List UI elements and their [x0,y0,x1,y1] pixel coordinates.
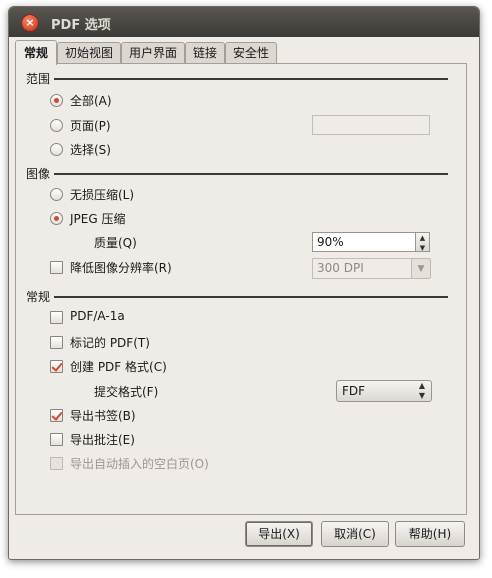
export-button[interactable]: 导出(X) [245,521,313,547]
create-form-checkbox[interactable] [50,360,63,373]
reduce-resolution-checkbox[interactable] [50,261,63,274]
tagged-pdf-checkbox[interactable] [50,336,63,349]
resolution-combo-input[interactable]: 300 DPI [312,258,412,279]
up-down-arrows-icon: ▲ ▼ [418,381,425,400]
export-bookmarks-label[interactable]: 导出书签(B) [70,407,136,424]
quality-label: 质量(Q) [94,236,137,250]
submit-format-value: FDF [342,384,366,398]
range-selection-radio[interactable] [50,143,63,156]
general-divider [54,296,448,298]
range-selection-label[interactable]: 选择(S) [70,141,111,158]
export-comments-label[interactable]: 导出批注(E) [70,431,135,448]
range-all-radio[interactable] [50,94,63,107]
pdf-options-dialog: × PDF 选项 常规 初始视图 用户界面 链接 安全性 范围 全部(A) 页面… [8,6,480,560]
jpeg-label[interactable]: JPEG 压缩 [70,210,125,227]
lossless-radio[interactable] [50,188,63,201]
cancel-button[interactable]: 取消(C) [321,521,389,547]
export-comments-checkbox[interactable] [50,433,63,446]
general-section-title: 常规 [26,290,51,304]
radio-selected-dot [54,98,59,103]
submit-format-select[interactable]: FDF ▲ ▼ [336,380,432,402]
image-section-title: 图像 [26,167,51,181]
tab-user-interface[interactable]: 用户界面 [121,42,185,64]
lossless-label[interactable]: 无损压缩(L) [70,186,134,203]
check-icon [51,360,63,372]
range-pages-input[interactable] [312,115,430,135]
pdfa-label[interactable]: PDF/A-1a [70,309,125,323]
tab-links[interactable]: 链接 [185,42,225,64]
range-pages-radio[interactable] [50,119,63,132]
export-bookmarks-checkbox[interactable] [50,409,63,422]
export-blank-pages-checkbox [50,457,63,470]
title-bar: × PDF 选项 [9,7,479,37]
export-blank-pages-label: 导出自动插入的空白页(O) [70,457,209,471]
range-pages-label[interactable]: 页面(P) [70,117,111,134]
help-button[interactable]: 帮助(H) [395,521,465,547]
quality-input[interactable]: 90% [312,232,416,252]
tab-general[interactable]: 常规 [15,40,57,65]
create-form-label[interactable]: 创建 PDF 格式(C) [70,358,167,375]
check-icon [51,409,63,421]
general-panel: 范围 全部(A) 页面(P) 选择(S) 图像 无损压缩(L) JPEG 压缩 … [15,63,467,515]
quality-spin-button[interactable]: ▲ ▼ [416,232,430,252]
window-title: PDF 选项 [51,18,111,33]
close-icon[interactable]: × [21,14,39,32]
range-all-label[interactable]: 全部(A) [70,92,112,109]
range-section-title: 范围 [26,72,51,86]
jpeg-radio[interactable] [50,212,63,225]
pdfa-checkbox[interactable] [50,311,63,324]
tab-security[interactable]: 安全性 [225,42,277,64]
radio-selected-dot [54,216,59,221]
tagged-pdf-label[interactable]: 标记的 PDF(T) [70,334,150,351]
range-divider [54,78,448,80]
chevron-down-icon[interactable]: ▼ [411,258,431,279]
reduce-resolution-label[interactable]: 降低图像分辨率(R) [70,259,172,276]
tab-initial-view[interactable]: 初始视图 [57,42,121,64]
image-divider [54,173,448,175]
submit-format-label: 提交格式(F) [94,385,159,399]
